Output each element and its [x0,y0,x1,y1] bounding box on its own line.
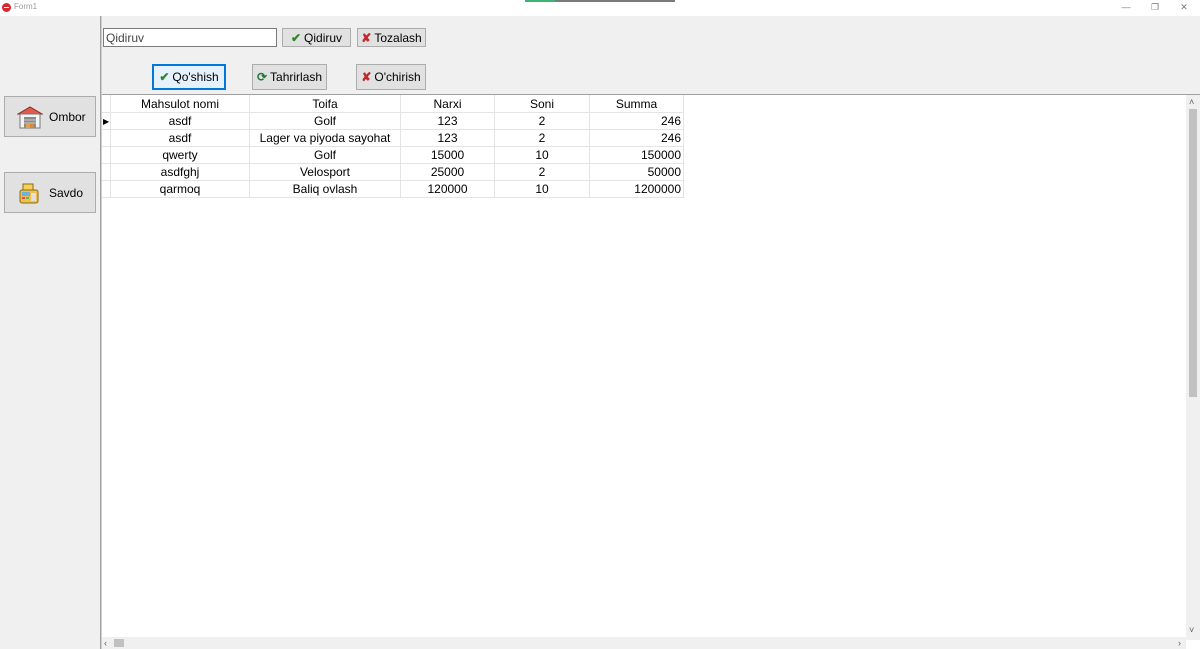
delete-button[interactable]: ✘ O'chirish [356,64,426,90]
delete-button-label: O'chirish [374,70,421,84]
sidebar-item-label: Ombor [49,110,86,124]
clear-button[interactable]: ✘ Tozalash [357,28,426,47]
horizontal-scroll-thumb[interactable] [114,639,124,647]
table-row[interactable]: asdfghj Velosport 25000 2 50000 [102,163,684,181]
products-table[interactable]: Mahsulot nomi Toifa Narxi Soni Summa ▶ a… [102,95,684,198]
column-header-quantity[interactable]: Soni [494,95,590,113]
row-header[interactable] [102,129,111,147]
table-row[interactable]: qwerty Golf 15000 10 150000 [102,146,684,164]
cell-price[interactable]: 120000 [400,180,495,198]
row-header[interactable] [102,146,111,164]
sidebar-item-label: Savdo [49,186,84,200]
cell-quantity[interactable]: 10 [494,146,590,164]
table-row[interactable]: ▶ asdf Golf 123 2 246 [102,112,684,130]
cell-category[interactable]: Velosport [249,163,401,181]
sidebar: Ombor Savdo [0,16,100,649]
cross-icon: ✘ [361,70,372,84]
cell-quantity[interactable]: 2 [494,112,590,130]
vertical-scrollbar[interactable]: ˄ ˅ [1186,95,1200,640]
scroll-left-icon[interactable]: ‹ [104,638,107,648]
cell-sum[interactable]: 1200000 [589,180,684,198]
check-icon: ✔ [159,70,170,84]
sidebar-item-ombor[interactable]: Ombor [4,96,96,137]
table-row[interactable]: qarmoq Baliq ovlash 120000 10 1200000 [102,180,684,198]
cell-price[interactable]: 123 [400,129,495,147]
sidebar-item-savdo[interactable]: Savdo [4,172,96,213]
horizontal-scrollbar[interactable]: ‹ › [102,637,1186,649]
window-title: Form1 [14,2,38,11]
search-button[interactable]: ✔ Qidiruv [282,28,351,47]
data-grid[interactable]: Mahsulot nomi Toifa Narxi Soni Summa ▶ a… [102,95,1200,649]
cell-quantity[interactable]: 2 [494,129,590,147]
cell-price[interactable]: 123 [400,112,495,130]
warehouse-icon [17,106,43,129]
app-icon [2,3,11,12]
edit-button[interactable]: ⟳ Tahrirlash [252,64,327,90]
row-header[interactable] [102,180,111,198]
refresh-icon: ⟳ [256,70,268,84]
edit-button-label: Tahrirlash [270,70,323,84]
cash-register-icon [19,183,39,204]
add-button[interactable]: ✔ Qo'shish [152,64,226,90]
cell-category[interactable]: Baliq ovlash [249,180,401,198]
cell-price[interactable]: 15000 [400,146,495,164]
cell-category[interactable]: Lager va piyoda sayohat [249,129,401,147]
cell-category[interactable]: Golf [249,146,401,164]
column-header-price[interactable]: Narxi [400,95,495,113]
cell-name[interactable]: qwerty [110,146,250,164]
table-row[interactable]: asdf Lager va piyoda sayohat 123 2 246 [102,129,684,147]
search-button-label: Qidiruv [304,30,343,45]
cell-name[interactable]: qarmoq [110,180,250,198]
scroll-right-icon[interactable]: › [1178,638,1181,648]
cell-price[interactable]: 25000 [400,163,495,181]
clear-button-label: Tozalash [374,30,422,45]
cell-quantity[interactable]: 2 [494,163,590,181]
cell-sum[interactable]: 246 [589,112,684,130]
column-header-sum[interactable]: Summa [589,95,684,113]
row-header[interactable] [102,163,111,181]
cell-name[interactable]: asdf [110,112,250,130]
cell-category[interactable]: Golf [249,112,401,130]
current-row-indicator-icon: ▶ [102,112,111,130]
cell-name[interactable]: asdf [110,129,250,147]
column-header-category[interactable]: Toifa [249,95,401,113]
minimize-button[interactable]: — [1112,0,1140,14]
search-input[interactable] [103,28,277,47]
cell-sum[interactable]: 150000 [589,146,684,164]
loading-progress-bar [525,0,675,2]
cross-icon: ✘ [361,30,372,45]
column-header-name[interactable]: Mahsulot nomi [110,95,250,113]
vertical-scroll-thumb[interactable] [1189,109,1197,397]
row-header-corner [102,95,111,113]
scroll-down-icon[interactable]: ˅ [1189,625,1194,635]
cell-quantity[interactable]: 10 [494,180,590,198]
cell-name[interactable]: asdfghj [110,163,250,181]
scroll-up-icon[interactable]: ˄ [1189,97,1194,107]
cell-sum[interactable]: 50000 [589,163,684,181]
table-header-row: Mahsulot nomi Toifa Narxi Soni Summa [102,95,684,113]
check-icon: ✔ [290,30,302,45]
loading-progress-fill [525,0,555,2]
close-button[interactable]: ✕ [1170,0,1198,14]
restore-button[interactable]: ❐ [1141,0,1169,14]
cell-sum[interactable]: 246 [589,129,684,147]
title-bar: Form1 — ❐ ✕ [0,0,1200,16]
add-button-label: Qo'shish [172,70,219,84]
